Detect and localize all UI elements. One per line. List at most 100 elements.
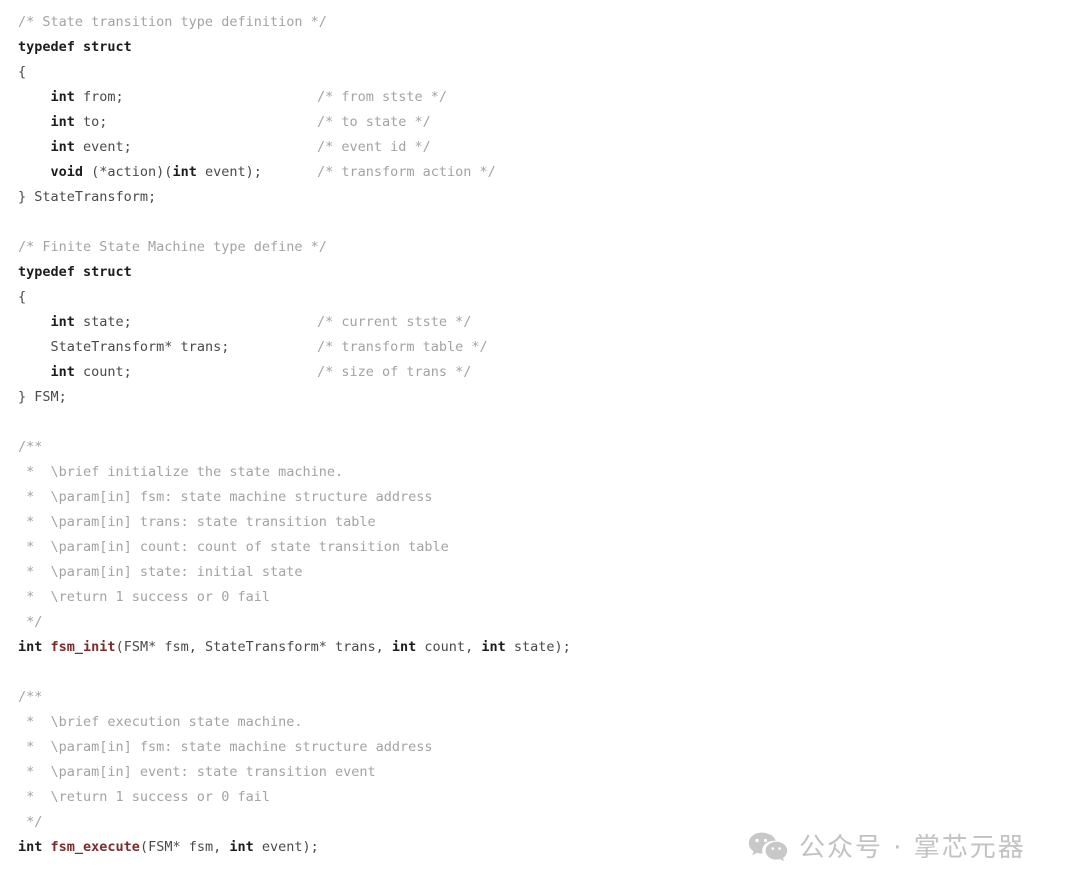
code-line: */	[0, 610, 1071, 635]
code-keyword: typedef struct	[18, 264, 132, 280]
watermark-text: 公众号 · 掌芯元器	[799, 833, 1026, 863]
code-trailing-comment: /* transform table */	[317, 339, 488, 355]
code-trailing-comment: /* to state */	[317, 114, 431, 130]
code-comment: /**	[18, 689, 43, 705]
code-line: int to; /* to state */	[0, 110, 1071, 135]
code-line: int fsm_init(FSM* fsm, StateTransform* t…	[0, 635, 1071, 660]
code-line: StateTransform* trans; /* transform table…	[0, 335, 1071, 360]
code-line: typedef struct	[0, 35, 1071, 60]
code-trailing-comment: /* from stste */	[317, 89, 448, 105]
code-function-name: fsm_init	[50, 639, 116, 655]
code-trailing-comment: /* event id */	[317, 139, 431, 155]
code-identifier: count;	[74, 364, 132, 380]
code-line: /* State transition type definition */	[0, 10, 1071, 35]
code-function-name: fsm_execute	[50, 839, 140, 855]
code-line: /**	[0, 685, 1071, 710]
code-keyword: int	[18, 639, 43, 655]
code-identifier: (FSM* fsm, StateTransform* trans,	[115, 639, 392, 655]
watermark: 公众号 · 掌芯元器	[748, 832, 1026, 865]
code-line: } FSM;	[0, 385, 1071, 410]
code-keyword: int	[50, 89, 75, 105]
code-identifier: StateTransform* trans;	[50, 339, 230, 355]
code-identifier: count,	[416, 639, 482, 655]
code-line: {	[0, 285, 1071, 310]
code-identifier: {	[18, 289, 27, 305]
code-identifier: event);	[196, 164, 262, 180]
code-keyword: int	[50, 314, 75, 330]
code-comment: /* Finite State Machine type define */	[18, 239, 327, 255]
code-line: * \return 1 success or 0 fail	[0, 785, 1071, 810]
code-comment: * \param[in] event: state transition eve…	[18, 764, 376, 780]
code-keyword: int	[481, 639, 506, 655]
code-keyword: typedef struct	[18, 39, 132, 55]
code-comment: * \brief execution state machine.	[18, 714, 303, 730]
code-comment: * \param[in] fsm: state machine structur…	[18, 489, 433, 505]
wechat-icon	[748, 832, 788, 865]
code-identifier: event;	[74, 139, 132, 155]
code-identifier: state;	[74, 314, 132, 330]
code-comment: */	[18, 614, 43, 630]
code-line: * \param[in] event: state transition eve…	[0, 760, 1071, 785]
code-line: * \return 1 success or 0 fail	[0, 585, 1071, 610]
code-identifier: event);	[253, 839, 319, 855]
code-identifier: (FSM* fsm,	[139, 839, 230, 855]
code-line: * \brief initialize the state machine.	[0, 460, 1071, 485]
code-line: * \param[in] fsm: state machine structur…	[0, 735, 1071, 760]
code-line: * \param[in] trans: state transition tab…	[0, 510, 1071, 535]
code-identifier: to;	[74, 114, 108, 130]
code-keyword: int	[50, 114, 75, 130]
code-line: int state; /* current stste */	[0, 310, 1071, 335]
code-comment: /* State transition type definition */	[18, 14, 327, 30]
code-comment: * \param[in] trans: state transition tab…	[18, 514, 376, 530]
code-comment: * \return 1 success or 0 fail	[18, 789, 270, 805]
code-comment: /**	[18, 439, 43, 455]
code-identifier: state);	[505, 639, 571, 655]
code-line: int count; /* size of trans */	[0, 360, 1071, 385]
code-line: {	[0, 60, 1071, 85]
code-line: } StateTransform;	[0, 185, 1071, 210]
code-trailing-comment: /* size of trans */	[317, 364, 472, 380]
code-line: typedef struct	[0, 260, 1071, 285]
code-line: int event; /* event id */	[0, 135, 1071, 160]
code-line: * \param[in] count: count of state trans…	[0, 535, 1071, 560]
code-line: * \param[in] state: initial state	[0, 560, 1071, 585]
code-line: * \brief execution state machine.	[0, 710, 1071, 735]
code-keyword: int	[391, 639, 417, 655]
code-identifier	[42, 839, 50, 855]
code-keyword: int	[18, 839, 43, 855]
code-listing: /* State transition type definition */ ty…	[0, 10, 1071, 860]
code-keyword: int	[229, 839, 254, 855]
code-trailing-comment: /* transform action */	[317, 164, 496, 180]
code-line: /**	[0, 435, 1071, 460]
code-line: void (*action)(int event); /* transform a…	[0, 160, 1071, 185]
code-comment: * \param[in] state: initial state	[18, 564, 303, 580]
code-keyword: int	[172, 164, 197, 180]
code-identifier: } FSM;	[18, 389, 67, 405]
code-line: int from; /* from stste */	[0, 85, 1071, 110]
code-comment: * \param[in] count: count of state trans…	[18, 539, 449, 555]
code-identifier	[42, 639, 50, 655]
code-identifier: } StateTransform;	[18, 189, 157, 205]
code-identifier: {	[18, 64, 27, 80]
code-comment: * \brief initialize the state machine.	[18, 464, 344, 480]
code-comment: */	[18, 814, 43, 830]
code-comment: * \param[in] fsm: state machine structur…	[18, 739, 433, 755]
code-identifier: (*action)(	[83, 164, 173, 180]
code-comment: * \return 1 success or 0 fail	[18, 589, 270, 605]
code-line: /* Finite State Machine type define */	[0, 235, 1071, 260]
code-trailing-comment: /* current stste */	[317, 314, 472, 330]
code-keyword: void	[50, 164, 84, 180]
code-identifier: from;	[74, 89, 124, 105]
code-line: * \param[in] fsm: state machine structur…	[0, 485, 1071, 510]
code-keyword: int	[50, 139, 75, 155]
